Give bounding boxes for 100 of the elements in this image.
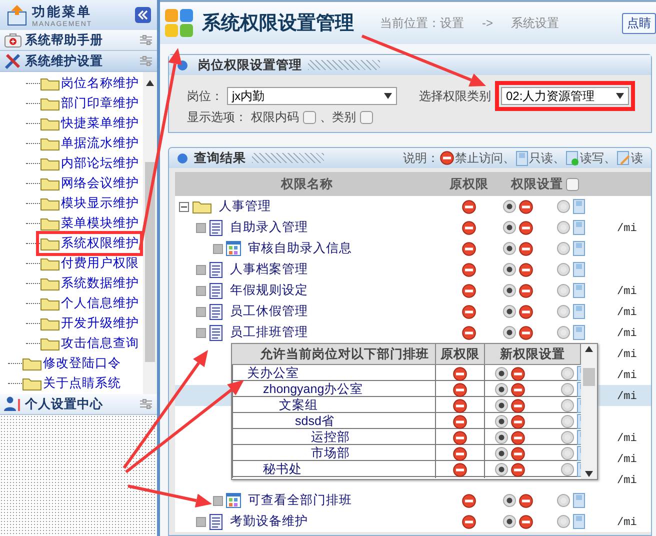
scrollbar[interactable] [143, 72, 157, 394]
menu-item[interactable]: 付费用户权限 [40, 254, 139, 272]
sidebar-title: 功能菜单 [32, 2, 93, 20]
radio-button[interactable] [561, 367, 574, 380]
dropdown-icon[interactable] [384, 93, 392, 99]
radio-button[interactable] [557, 284, 570, 297]
radio-button[interactable] [495, 447, 508, 460]
path-text: /mi [617, 475, 637, 487]
menu-item[interactable]: 岗位名称维护 [40, 74, 139, 92]
tree-node-icon [196, 222, 206, 232]
radio-button[interactable] [557, 515, 570, 528]
menu-item[interactable]: 菜单模块维护 [40, 214, 139, 232]
menu-item[interactable]: 个人信息维护 [40, 294, 139, 312]
radio-button[interactable] [557, 242, 570, 255]
radio-button[interactable] [557, 263, 570, 276]
menu-item[interactable]: 单据流水维护 [40, 134, 139, 152]
radio-button[interactable] [557, 221, 570, 234]
radio-button[interactable] [503, 284, 516, 297]
panel-title: 查询结果 [194, 150, 246, 166]
document-icon [573, 262, 585, 277]
menu-item[interactable]: 模块显示维护 [40, 194, 139, 212]
radio-button[interactable] [503, 263, 516, 276]
radio-button[interactable] [561, 463, 574, 476]
path-text: /mi [617, 454, 637, 466]
page-icon [209, 304, 223, 320]
document-icon [573, 493, 585, 508]
forbidden-icon [519, 326, 533, 340]
menu-item[interactable]: 攻击信息查询 [40, 334, 139, 352]
radio-button[interactable] [561, 383, 574, 396]
checkbox[interactable] [360, 111, 373, 124]
scroll-down-icon[interactable] [585, 471, 593, 477]
forbidden-icon [511, 382, 525, 396]
radio-button[interactable] [495, 383, 508, 396]
collapse-button[interactable] [135, 7, 151, 23]
menu-item[interactable]: 部门印章维护 [40, 94, 139, 112]
path-text: /mi [617, 223, 637, 235]
forbidden-icon [519, 242, 533, 256]
radio-button[interactable] [503, 326, 516, 339]
radio-button[interactable] [503, 305, 516, 318]
radio-button[interactable] [557, 326, 570, 339]
category-select[interactable]: 02:人力资源管理 [501, 87, 629, 105]
radio-button[interactable] [561, 431, 574, 444]
menu-section[interactable]: 系统维护设置 [0, 51, 157, 72]
radio-button[interactable] [503, 242, 516, 255]
checkbox[interactable] [303, 111, 316, 124]
radio-button[interactable] [557, 494, 570, 507]
dropdown-icon[interactable] [616, 93, 624, 99]
tree-node-icon [213, 244, 223, 254]
radio-button[interactable] [495, 463, 508, 476]
radio-button[interactable] [561, 415, 574, 428]
radio-button[interactable] [503, 494, 516, 507]
menu-item[interactable]: 修改登陆口令 [22, 354, 121, 372]
scroll-thumb[interactable] [583, 368, 595, 386]
radio-button[interactable] [495, 431, 508, 444]
document-add-icon [566, 150, 579, 166]
department-name: 市场部 [311, 445, 350, 462]
collapse-icon[interactable] [179, 202, 189, 212]
menu-item[interactable]: 网络会议维护 [40, 174, 139, 192]
post-select[interactable]: jx内勤 [227, 87, 397, 105]
menu-item[interactable]: 系统权限维护 [40, 234, 139, 252]
radio-button[interactable] [557, 200, 570, 213]
field-label: 选择权限类别 [419, 88, 491, 104]
menu-item[interactable]: 关于点睛系统 [22, 374, 121, 392]
document-icon [573, 241, 585, 256]
radio-button[interactable] [495, 367, 508, 380]
document-icon [573, 514, 585, 529]
forbidden-icon [462, 200, 476, 214]
hatch-decoration [308, 60, 380, 70]
menu-section[interactable]: 个人设置中心 [0, 394, 157, 415]
scroll-up-icon[interactable] [585, 346, 593, 352]
page-icon [209, 514, 223, 530]
radio-button[interactable] [557, 305, 570, 318]
radio-button[interactable] [561, 399, 574, 412]
header-button[interactable]: 点睛 [622, 12, 656, 34]
document-edit-icon [617, 150, 630, 166]
folder-icon [40, 156, 60, 170]
menu-item[interactable]: 内部论坛维护 [40, 154, 139, 172]
menu-item[interactable]: 开发升级维护 [40, 314, 139, 332]
document-icon [573, 199, 585, 214]
radio-button[interactable] [495, 415, 508, 428]
radio-button[interactable] [503, 515, 516, 528]
checkbox[interactable] [566, 178, 579, 190]
menu-item[interactable]: 快捷菜单维护 [40, 114, 139, 132]
forbidden-icon [511, 366, 525, 380]
permission-name: 员工休假管理 [230, 303, 308, 320]
folder-icon [192, 199, 212, 214]
radio-button[interactable] [503, 221, 516, 234]
scroll-up-icon[interactable] [146, 80, 154, 86]
hatch-decoration [252, 153, 324, 163]
menu-section[interactable]: 系统帮助手册 [0, 30, 157, 51]
radio-button[interactable] [561, 447, 574, 460]
path-text: /mi [617, 328, 637, 340]
forbidden-icon [453, 414, 467, 428]
radio-button[interactable] [503, 200, 516, 213]
forbidden-icon [462, 242, 476, 256]
menu-item[interactable]: 系统数据维护 [40, 274, 139, 292]
scrollbar[interactable] [581, 344, 597, 479]
page-icon [209, 220, 223, 236]
permission-name: 人事管理 [219, 198, 271, 215]
radio-button[interactable] [495, 399, 508, 412]
